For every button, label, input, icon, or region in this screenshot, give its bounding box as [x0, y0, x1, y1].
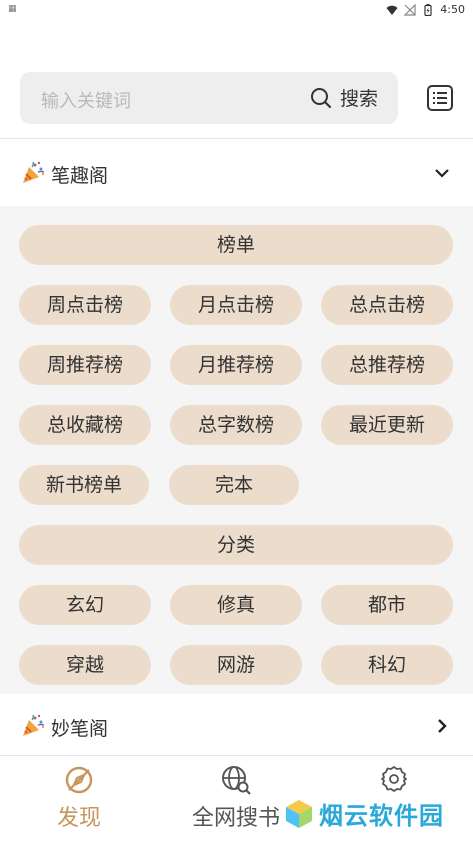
header-category[interactable]: 分类	[19, 525, 453, 565]
section-title: 笔趣阁	[51, 165, 109, 187]
rank-item[interactable]: 总推荐榜	[321, 345, 453, 385]
search-button-label: 搜索	[339, 88, 378, 110]
category-item[interactable]: 玄幻	[19, 585, 151, 625]
status-bar: ▦ 4:50	[0, 0, 473, 22]
cube-logo-icon	[286, 799, 312, 828]
globe-search-icon	[222, 766, 251, 795]
tab-settings[interactable]	[334, 764, 454, 798]
notification-icon: ▦	[8, 4, 17, 14]
gear-icon	[381, 766, 407, 792]
ranking-panel: 榜单 周点击榜 月点击榜 总点击榜 周推荐榜 月推荐榜 总推荐榜 总收藏榜 总字…	[0, 206, 473, 694]
category-item[interactable]: 都市	[321, 585, 453, 625]
search-icon	[310, 87, 332, 108]
rank-item[interactable]: 周点击榜	[19, 285, 151, 325]
search-placeholder: 输入关键词	[41, 91, 131, 112]
list-menu-icon[interactable]	[426, 84, 454, 112]
search-button[interactable]: 搜索	[310, 84, 378, 111]
watermark-text: 烟云软件园	[319, 802, 444, 830]
watermark: 烟云软件园	[283, 796, 444, 831]
no-signal-icon	[404, 3, 416, 16]
section-header-miaobige[interactable]: 妙笔阁	[0, 694, 473, 754]
battery-icon	[424, 3, 432, 16]
rank-item[interactable]: 新书榜单	[19, 465, 149, 505]
tab-discover[interactable]: 发现	[19, 764, 139, 832]
category-item[interactable]: 修真	[170, 585, 302, 625]
clock: 4:50	[440, 3, 465, 16]
rank-item[interactable]: 最近更新	[321, 405, 453, 445]
rank-item[interactable]: 总点击榜	[321, 285, 453, 325]
rank-item[interactable]: 总收藏榜	[19, 405, 151, 445]
tab-discover-label: 发现	[56, 806, 101, 831]
search-input[interactable]: 输入关键词 搜索	[20, 72, 398, 124]
rank-item[interactable]: 总字数榜	[170, 405, 302, 445]
compass-icon	[65, 766, 93, 794]
rank-item[interactable]: 月推荐榜	[170, 345, 302, 385]
chevron-right-icon	[438, 719, 447, 733]
party-popper-icon	[23, 161, 45, 183]
divider	[0, 138, 473, 139]
category-item[interactable]: 穿越	[19, 645, 151, 685]
category-item[interactable]: 科幻	[321, 645, 453, 685]
tab-search-all-label: 全网搜书	[191, 806, 280, 831]
header-ranking[interactable]: 榜单	[19, 225, 453, 265]
search-row: 输入关键词 搜索	[0, 72, 473, 126]
section-header-biquge[interactable]: 笔趣阁	[0, 140, 473, 206]
party-popper-icon	[23, 714, 45, 736]
rank-item[interactable]: 月点击榜	[170, 285, 302, 325]
section-title: 妙笔阁	[51, 718, 109, 740]
chevron-down-icon	[435, 169, 449, 178]
tab-search-all[interactable]: 全网搜书	[176, 764, 296, 832]
rank-item[interactable]: 周推荐榜	[19, 345, 151, 385]
category-item[interactable]: 网游	[170, 645, 302, 685]
rank-item[interactable]: 完本	[169, 465, 299, 505]
wifi-icon	[386, 5, 398, 15]
